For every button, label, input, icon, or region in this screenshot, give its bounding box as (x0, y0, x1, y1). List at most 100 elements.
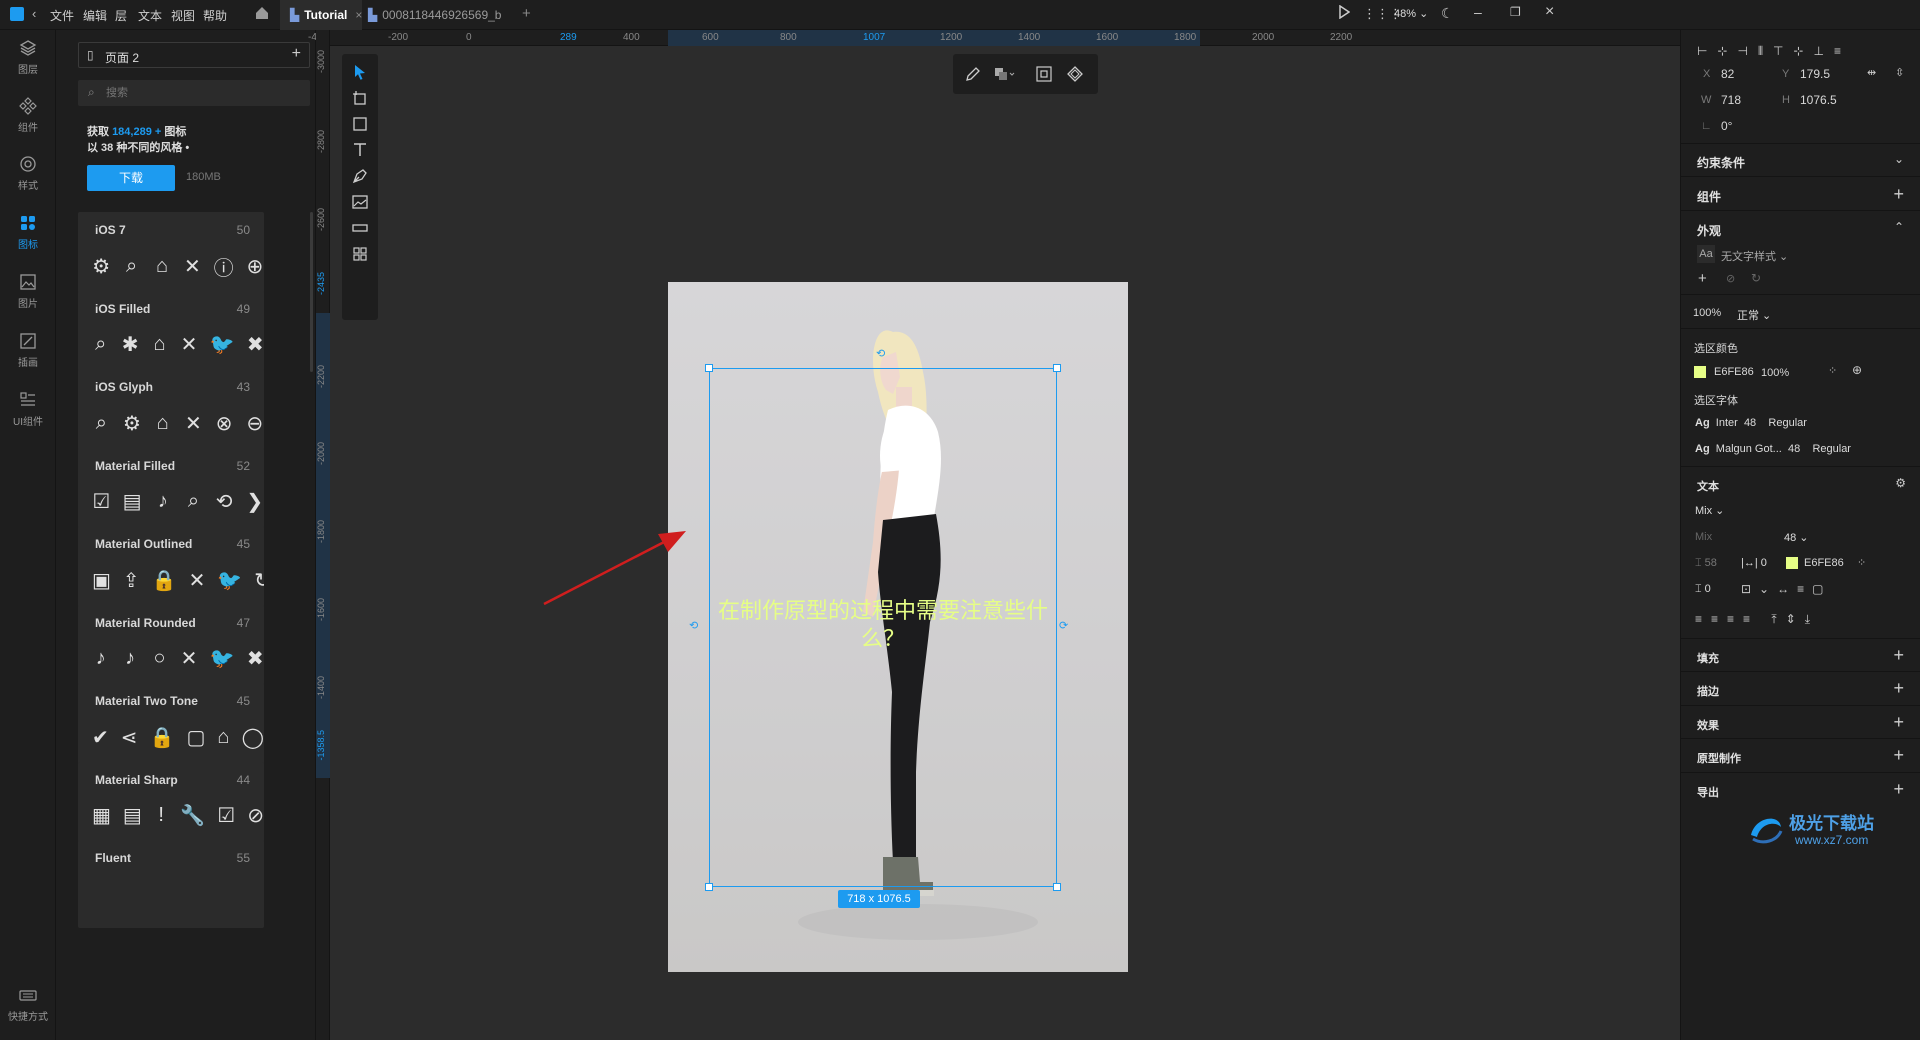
preview-icon[interactable]: ⌂ (153, 252, 171, 280)
rail-illustrations[interactable]: 插画 (0, 331, 56, 369)
resize-handle[interactable] (705, 883, 713, 891)
menu-help[interactable]: 帮助 (203, 7, 227, 24)
preview-icon[interactable]: ⌂ (151, 331, 168, 359)
preview-icon[interactable]: ⊘ (247, 802, 264, 830)
add-export-plus-icon[interactable]: + (1893, 780, 1904, 798)
rotate-handle-icon[interactable]: ⟲ (689, 619, 698, 632)
pen-tool-icon[interactable] (350, 166, 370, 186)
boolean-icon[interactable] (993, 65, 1015, 86)
rail-components[interactable]: 组件 (0, 96, 56, 134)
preview-icon[interactable]: ♪ (92, 645, 109, 673)
text-dots-icon[interactable]: ⁘ (1857, 556, 1866, 569)
preview-icon[interactable]: ♪ (121, 645, 138, 673)
app-logo-icon[interactable] (10, 7, 24, 21)
text-color-hex[interactable]: E6FE86 (1804, 557, 1844, 569)
y-value[interactable]: 179.5 (1800, 67, 1830, 81)
preview-icon[interactable]: ⊖ (245, 409, 264, 437)
preview-icon[interactable]: ⚙ (92, 252, 110, 280)
preview-icon[interactable]: ▤ (123, 488, 142, 516)
add-prototype-plus-icon[interactable]: + (1893, 746, 1904, 764)
select-arrow-icon[interactable] (350, 62, 370, 82)
menu-edit[interactable]: 编辑 (83, 7, 107, 24)
resize-handle[interactable] (705, 364, 713, 372)
font-row-2[interactable]: Ag Malgun Got... 48 Regular (1695, 443, 1851, 455)
preview-icon[interactable]: ⊗ (215, 409, 234, 437)
align-middle-icon[interactable]: ⊹ (1793, 44, 1813, 58)
icon-set-card[interactable]: iOS 7 50 ⚙ ⌕ ⌂ ✕ ⓘ ⊕ (78, 212, 264, 300)
icon-set-card[interactable]: Material Rounded 47 ♪ ♪ ○ ✕ 🐦 ✖ (78, 604, 264, 693)
menu-view[interactable]: 视图 (171, 7, 195, 24)
chevron-down-icon[interactable]: ⌄ (1894, 152, 1904, 166)
preview-icon[interactable]: ✖ (247, 645, 264, 673)
play-icon[interactable] (1338, 4, 1351, 22)
preview-icon[interactable]: ☑ (217, 802, 235, 830)
rail-images[interactable]: 图片 (0, 272, 56, 310)
restore-icon[interactable]: ❐ (1510, 5, 1521, 19)
preview-icon[interactable]: ✖ (247, 331, 264, 359)
preview-icon[interactable]: 🐦 (217, 566, 242, 594)
align-center-icon[interactable]: ⊹ (1717, 44, 1737, 58)
preview-icon[interactable]: ⊕ (246, 252, 264, 280)
preview-icon[interactable]: ↻ (254, 566, 264, 594)
new-tab-plus-icon[interactable]: + (522, 5, 531, 22)
x-value[interactable]: 82 (1721, 67, 1734, 81)
letter-spacing-field[interactable]: |↔| 0 (1741, 557, 1767, 569)
selection-color-hex[interactable]: E6FE86 (1714, 366, 1754, 378)
resize-handle[interactable] (1053, 883, 1061, 891)
preview-icon[interactable]: ✱ (121, 331, 139, 359)
opacity-value[interactable]: 100% (1693, 307, 1721, 319)
preview-icon[interactable]: ⋖ (121, 723, 138, 751)
add-stroke-plus-icon[interactable]: + (1893, 679, 1904, 697)
preview-icon[interactable]: ✕ (180, 645, 198, 673)
resize-handle[interactable] (1053, 364, 1061, 372)
text-settings-icon[interactable]: ⚙ (1895, 476, 1906, 490)
window-close-icon[interactable]: × (1545, 3, 1554, 21)
theme-moon-icon[interactable]: ☾ (1441, 5, 1454, 22)
preview-icon[interactable]: 🐦 (210, 645, 235, 673)
preview-icon[interactable]: ⌕ (92, 331, 109, 359)
check-circle-icon[interactable]: ⊘ (1726, 272, 1735, 285)
target-icon[interactable]: ⊕ (1852, 363, 1862, 377)
panel-scrollbar[interactable] (310, 212, 313, 372)
h-value[interactable]: 1076.5 (1800, 93, 1837, 107)
chevron-up-icon[interactable]: ⌃ (1894, 220, 1904, 234)
add-effect-plus-icon[interactable]: + (1893, 713, 1904, 731)
preview-icon[interactable]: ! (154, 802, 169, 830)
icon-set-card[interactable]: Material Two Tone 45 ✔ ⋖ 🔒 ▢ ⌂ ◯ (78, 683, 264, 771)
refresh-icon[interactable]: ↻ (1751, 271, 1761, 285)
crop-frame-icon[interactable] (1035, 65, 1053, 86)
w-value[interactable]: 718 (1721, 93, 1741, 107)
style-dots-icon[interactable]: ⁘ (1828, 364, 1837, 377)
preview-icon[interactable]: ▣ (92, 566, 111, 594)
image-tool-icon[interactable] (350, 192, 370, 212)
text-box-mode-icons[interactable]: ⊡⌄↔≡▢ (1741, 582, 1831, 596)
preview-icon[interactable]: ▢ (186, 723, 205, 751)
preview-icon[interactable]: ⌕ (92, 409, 111, 437)
component-tool-icon[interactable] (350, 218, 370, 238)
preview-icon[interactable]: ✕ (180, 331, 198, 359)
flip-vertical-icon[interactable]: ⇳ (1895, 66, 1904, 79)
selection-color-swatch[interactable] (1694, 366, 1706, 378)
distribute-v-icon[interactable]: ≡ (1834, 44, 1851, 58)
align-top-icon[interactable]: ⊤ (1773, 44, 1793, 58)
menu-text[interactable]: 文本 (138, 7, 162, 24)
tab-document[interactable]: ▙ 0008118446926569_b (364, 0, 514, 30)
icon-set-card[interactable]: Material Filled 52 ☑ ▤ ♪ ⌕ ⟲ ❯ (78, 447, 264, 536)
search-box[interactable]: ⌕ (78, 80, 310, 106)
rotation-value[interactable]: 0° (1721, 119, 1732, 133)
rail-ui-components[interactable]: UI组件 (0, 390, 56, 428)
preview-icon[interactable]: 🔒 (152, 566, 177, 594)
selection-color-opacity[interactable]: 100% (1761, 367, 1789, 379)
rail-layers[interactable]: 图层 (0, 38, 56, 76)
preview-icon[interactable]: ⌕ (184, 488, 203, 516)
minimize-icon[interactable]: – (1474, 4, 1482, 20)
frame-tool-icon[interactable] (350, 88, 370, 108)
distribute-h-icon[interactable]: ⫴ (1758, 44, 1773, 58)
preview-icon[interactable]: ▤ (123, 802, 142, 830)
preview-icon[interactable]: ✕ (189, 566, 206, 594)
icon-set-card[interactable]: iOS Glyph 43 ⌕ ⚙ ⌂ ✕ ⊗ ⊖ (78, 369, 264, 457)
preview-icon[interactable]: 🔧 (180, 802, 205, 830)
paragraph-spacing-field[interactable]: ⌶ 0 (1695, 583, 1711, 596)
preview-icon[interactable]: ⌕ (122, 252, 140, 280)
preview-icon[interactable]: ❯ (245, 488, 264, 516)
